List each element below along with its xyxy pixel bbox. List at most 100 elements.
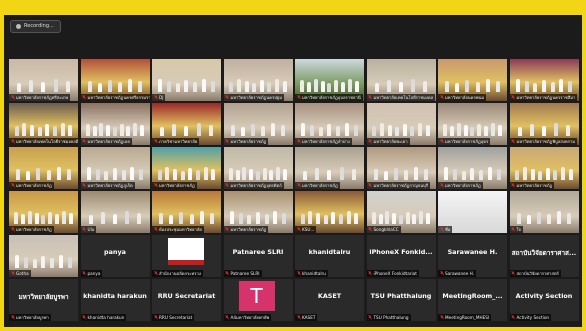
participant-tile[interactable]: มหาวิทยาลัยราชภัฏ — [295, 147, 364, 189]
participant-name-label: Patnaree SLRI — [223, 270, 262, 277]
attendee-figure — [559, 79, 564, 92]
participant-tile[interactable]: มหาวิทยาลัยราชภัฏ — [223, 103, 293, 145]
participant-tile[interactable]: มหาวิทยาลัยราชภัฏ — [9, 191, 78, 233]
participant-tile[interactable]: มหาวิทยาลัยราชภัฏเลย — [80, 103, 150, 145]
participant-tile[interactable]: มหาวิทยาลัยเทคโนโลยีราชมงคลอีสาน — [9, 103, 78, 145]
attendee-figure — [301, 123, 306, 136]
attendee-figure — [402, 124, 407, 136]
participant-tile[interactable]: DJ — [152, 59, 221, 101]
participant-tile[interactable]: มหาวิทยาลัยราชภัฏ — [438, 147, 507, 189]
participant-tile[interactable]: ห้องประชุมมหาวิทยาลัย — [152, 191, 221, 233]
attendee-figure — [53, 79, 58, 92]
attendee-figure — [271, 123, 276, 136]
attendee-figure — [97, 83, 102, 92]
participant-name-label: มหาวิทยาลัยราชภัฏภูเก็ต — [80, 182, 135, 189]
attendee-figure — [567, 213, 572, 224]
muted-mic-icon — [10, 95, 15, 100]
attendee-figure — [160, 127, 165, 136]
participant-tile[interactable]: มหาวิทยาลัยราชภัฏลำปาง — [295, 103, 364, 145]
participant-tile[interactable]: มหาวิทยาลัยราชภัฏ — [509, 147, 579, 189]
participant-tile[interactable]: มหาวิทยาลัยราชภัฏ — [152, 147, 221, 189]
attendees — [228, 78, 289, 92]
screen-border: Recording... มหาวิทยาลัยราชภัฏศรีสะเกษ มห… — [0, 0, 586, 331]
attendee-figure — [470, 168, 475, 180]
participant-tile[interactable]: มหาวิทยาลัยราชภัฏศรีสะเกษ — [9, 59, 78, 101]
attendee-figure — [255, 212, 260, 224]
participant-tile[interactable]: มหาวิทยาลัยนครพนม — [438, 59, 507, 101]
attendee-figure — [547, 214, 552, 224]
attendee-figure — [54, 214, 59, 224]
participant-tile[interactable]: khanidtalru khanidtalru — [295, 235, 364, 277]
participant-tile[interactable]: มหาวิทยาลัยราชภัฏกาญจนบุรี — [366, 147, 436, 189]
attendee-figure — [230, 125, 235, 136]
participant-name-label: มหาวิทยาลัยราชภัฏเลย — [80, 138, 132, 145]
participant-tile[interactable]: มหาวิทยาลัยบูรพา มหาวิทยาลัยบูรพา — [9, 279, 78, 321]
participant-tile[interactable]: มหาวิทยาลัยเทคโนโลยีราชมงคล — [366, 59, 436, 101]
participant-tile[interactable]: มหาวิทยาลัยราชภัฏพิบูลสงคราม — [509, 103, 579, 145]
participant-tile[interactable]: khanidta harakun khanidta harakun — [80, 279, 150, 321]
participant-tile[interactable]: panya panya — [80, 235, 150, 277]
participant-tile[interactable]: TSU Phatthalung TSU Phatthalung — [366, 279, 436, 321]
participant-display-name: Activity Section — [515, 292, 573, 300]
attendee-figure — [327, 83, 332, 92]
participant-display-name: TSU Phatthalung — [370, 292, 432, 300]
attendees — [442, 166, 503, 180]
participant-tile[interactable]: มหาวิทยาลัยราชภัฏ — [9, 147, 78, 189]
recording-indicator[interactable]: Recording... — [10, 20, 61, 33]
attendee-figure — [99, 123, 104, 136]
participant-name-label: มหาวิทยาลัยราชภัฏนครปฐม — [223, 94, 284, 101]
participant-name-label: A4มหาวิทยาลัยพายัพ — [223, 314, 272, 321]
participant-tile[interactable]: มหาวิทยาลัยราชภัฏนครราชสีมา — [509, 59, 579, 101]
muted-mic-icon — [225, 315, 229, 320]
attendees — [228, 122, 289, 136]
attendee-figure — [30, 125, 35, 136]
muted-mic-icon — [439, 139, 444, 144]
attendee-figure — [196, 123, 201, 136]
participant-tile[interactable]: มหาวิทยาลัยราชภัฏอุบลราชธานี — [295, 59, 364, 101]
attendee-figure — [32, 259, 37, 268]
participant-tile[interactable]: มหาวิทยาลัยราชภัฏอุดร — [438, 103, 507, 145]
participant-tile[interactable]: ภาควิชามหาวิทยาลัย — [152, 103, 221, 145]
participant-tile[interactable]: ใจ — [509, 191, 579, 233]
muted-mic-icon — [10, 227, 15, 232]
attendee-figure — [112, 214, 117, 224]
attendee-figure — [553, 170, 558, 180]
attendee-figure — [86, 167, 91, 180]
participant-tile[interactable]: Gotha — [9, 235, 78, 277]
muted-mic-icon — [153, 315, 158, 320]
participant-tile[interactable]: Activity Section Activity Section — [509, 279, 579, 321]
participant-tile[interactable]: T A4มหาวิทยาลัยพายัพ — [223, 279, 293, 321]
participant-display-name: iPhoneX Fonkid... — [369, 248, 433, 256]
participant-tile[interactable]: มหาวิทยาลัยราชภัฏ — [223, 191, 293, 233]
participant-tile[interactable]: iPhoneX Fonkid... iPhoneX Fonkidtariat — [366, 235, 436, 277]
participant-tile[interactable]: สำนักงานปลัดกระทรวง — [152, 235, 221, 277]
attendee-figure — [303, 171, 308, 180]
muted-mic-icon — [296, 139, 301, 144]
participant-tile[interactable]: มหาวิทยาลัยราชภัฏนครปฐม — [223, 59, 293, 101]
attendee-figure — [487, 167, 492, 180]
participant-tile[interactable]: มหาวิทยาลัยราชภัฏอุตรดิตถ์ — [223, 147, 293, 189]
participant-tile[interactable]: KSU... — [295, 191, 364, 233]
attendee-figure — [261, 126, 266, 136]
muted-mic-icon — [225, 271, 229, 276]
attendee-figure — [346, 211, 351, 224]
participant-tile[interactable]: มหาวิทยาลัยพะเยา — [366, 103, 436, 145]
participant-tile[interactable]: Patnaree SLRI Patnaree SLRI — [223, 235, 293, 277]
participant-tile[interactable]: MeetingRoom_... MeetingRoom_MHESI — [438, 279, 507, 321]
participant-tile[interactable]: มหาวิทยาลัยราชภัฏภูเก็ต — [80, 147, 150, 189]
participant-tile[interactable]: RRU Secretariat RRU Secretariat — [152, 279, 221, 321]
participant-tile[interactable]: Ulu — [80, 191, 150, 233]
attendee-figure — [479, 170, 484, 180]
participant-tile[interactable]: มหาวิทยาลัยราชภัฏนครศรีธรรมราช — [80, 59, 150, 101]
participant-tile[interactable]: สถาบันวิจัยดาราศาส... สถาบันวิจัยดาราศาสต… — [509, 235, 579, 277]
gallery-grid: มหาวิทยาลัยราชภัฏศรีสะเกษ มหาวิทยาลัยราชภ… — [9, 59, 579, 321]
attendee-figure — [106, 125, 111, 136]
attendee-figure — [566, 125, 571, 136]
attendee-figure — [557, 211, 562, 224]
participant-tile[interactable]: SongkhlaCC — [366, 191, 436, 233]
participant-name-label: มหาวิทยาลัยราชภัฏอุดร — [438, 138, 491, 145]
attendee-figure — [235, 170, 240, 180]
participant-tile[interactable]: ชื่อ — [438, 191, 507, 233]
participant-tile[interactable]: Sarawanee H. Sarawanee H. — [438, 235, 507, 277]
participant-tile[interactable]: KASET KASET — [295, 279, 364, 321]
